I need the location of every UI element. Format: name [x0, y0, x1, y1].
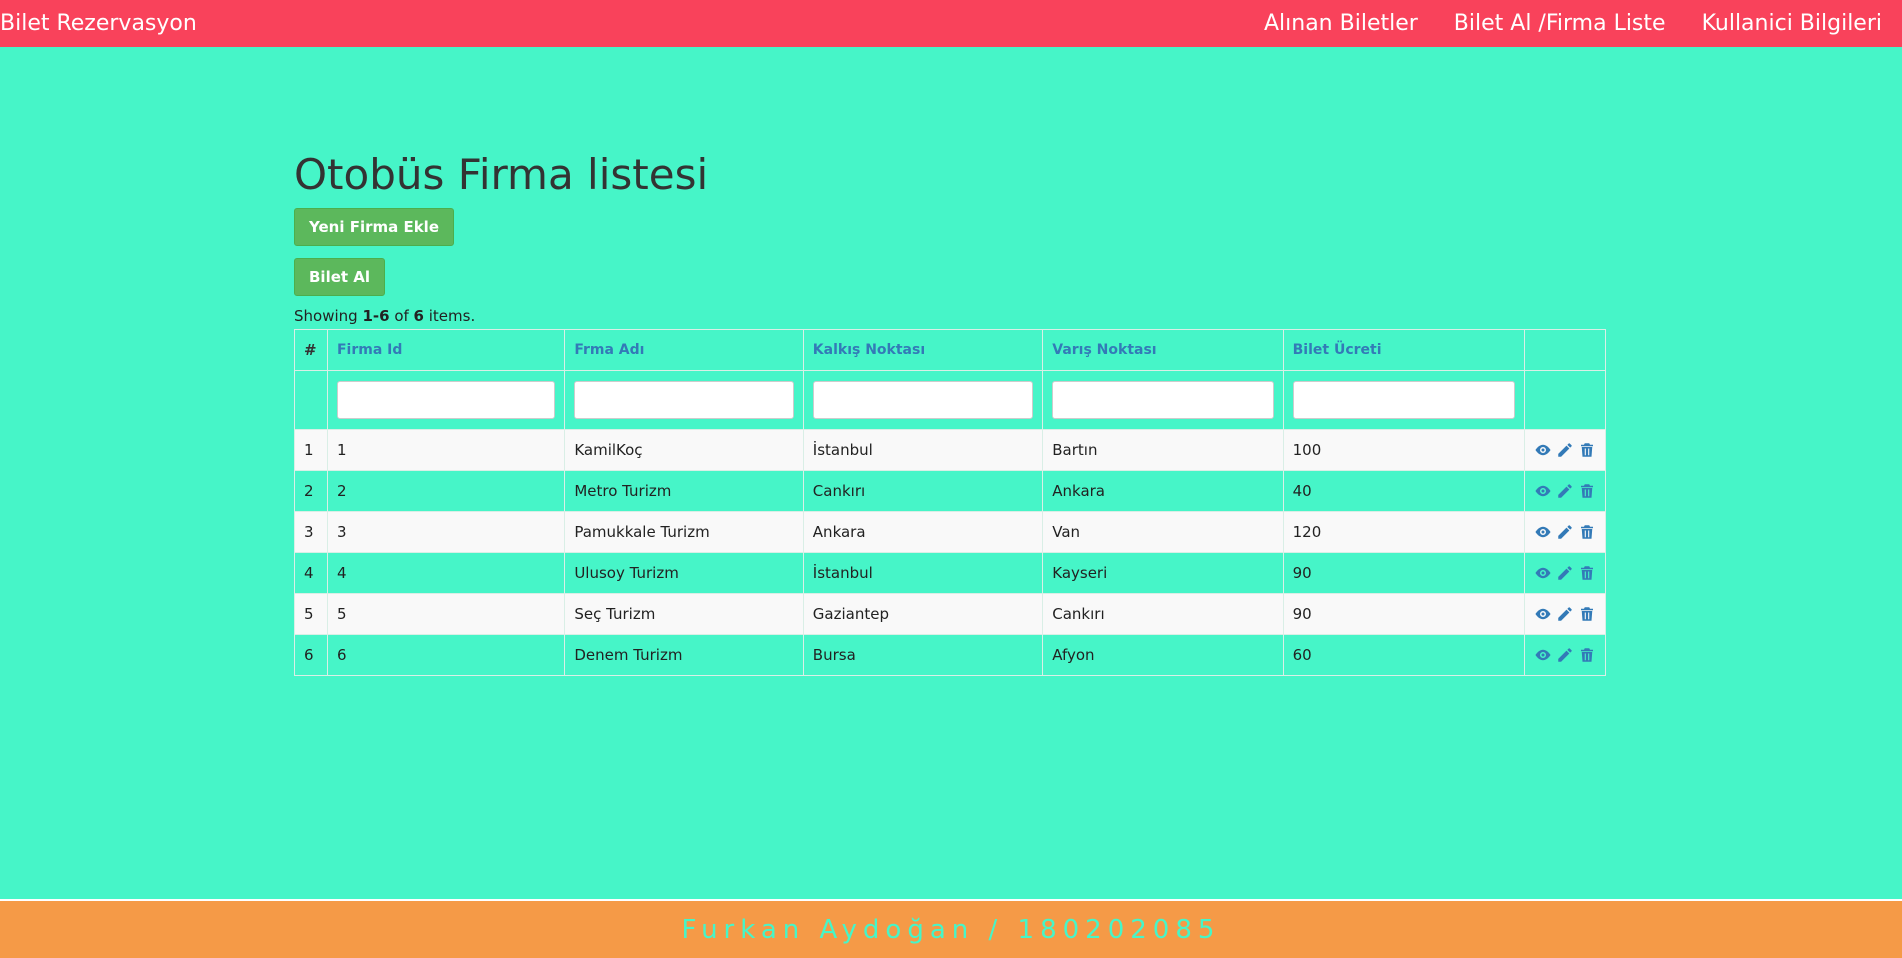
table-filter-row: [294, 370, 1607, 430]
column-header-ticket-price[interactable]: Bilet Ücreti: [1282, 329, 1525, 371]
table-row: 1 1 KamilKoç İstanbul Bartın 100: [294, 429, 1607, 471]
nav-link-user-info[interactable]: Kullanici Bilgileri: [1702, 11, 1882, 36]
cell-actions: [1523, 429, 1607, 471]
eye-icon[interactable]: [1534, 441, 1552, 459]
company-table: # Firma Id Frma Adı Kalkış Noktası Varış…: [294, 329, 1607, 676]
main-content: Otobüs Firma listesi Yeni Firma Ekle Bil…: [294, 145, 1607, 676]
cell-company-name: Denem Turizm: [564, 634, 804, 676]
cell-index: 1: [294, 429, 328, 471]
filter-ticket-price-input[interactable]: [1292, 381, 1515, 419]
table-row: 4 4 Ulusoy Turizm İstanbul Kayseri 90: [294, 552, 1607, 594]
column-header-company-name[interactable]: Frma Adı: [564, 329, 804, 371]
cell-ticket-price: 100: [1282, 429, 1525, 471]
nav-links: Alınan Biletler Bilet Al /Firma Liste Ku…: [1264, 11, 1902, 36]
cell-departure: Bursa: [802, 634, 1044, 676]
trash-icon[interactable]: [1578, 646, 1596, 664]
cell-arrival: Bartın: [1042, 429, 1284, 471]
column-header-departure[interactable]: Kalkış Noktası: [802, 329, 1044, 371]
filter-departure-input[interactable]: [812, 381, 1034, 419]
nav-link-buy-ticket-company-list[interactable]: Bilet Al /Firma Liste: [1454, 11, 1666, 36]
cell-arrival: Ankara: [1042, 470, 1284, 512]
pencil-icon[interactable]: [1556, 564, 1574, 582]
footer-text: Furkan Aydoğan / 180202085: [681, 914, 1221, 945]
filter-company-id-input[interactable]: [336, 381, 556, 419]
cell-arrival: Cankırı: [1042, 593, 1284, 635]
table-row: 2 2 Metro Turizm Cankırı Ankara 40: [294, 470, 1607, 512]
cell-index: 6: [294, 634, 328, 676]
cell-departure: İstanbul: [802, 552, 1044, 594]
cell-ticket-price: 90: [1282, 593, 1525, 635]
eye-icon[interactable]: [1534, 482, 1552, 500]
buy-ticket-button[interactable]: Bilet Al: [294, 258, 386, 296]
pencil-icon[interactable]: [1556, 605, 1574, 623]
cell-departure: Gaziantep: [802, 593, 1044, 635]
column-header-arrival[interactable]: Varış Noktası: [1042, 329, 1284, 371]
cell-departure: Cankırı: [802, 470, 1044, 512]
eye-icon[interactable]: [1534, 564, 1552, 582]
trash-icon[interactable]: [1578, 441, 1596, 459]
page-title: Otobüs Firma listesi: [294, 150, 709, 199]
cell-arrival: Afyon: [1042, 634, 1284, 676]
cell-company-id: 2: [326, 470, 566, 512]
pencil-icon[interactable]: [1556, 482, 1574, 500]
cell-company-id: 6: [326, 634, 566, 676]
table-row: 3 3 Pamukkale Turizm Ankara Van 120: [294, 511, 1607, 553]
cell-actions: [1523, 634, 1607, 676]
cell-actions: [1523, 593, 1607, 635]
cell-company-name: Metro Turizm: [564, 470, 804, 512]
column-header-actions: [1523, 329, 1607, 371]
cell-departure: Ankara: [802, 511, 1044, 553]
filter-company-name-input[interactable]: [574, 381, 794, 419]
navbar: Bilet Rezervasyon Alınan Biletler Bilet …: [0, 0, 1902, 47]
cell-actions: [1523, 470, 1607, 512]
cell-company-name: KamilKoç: [564, 429, 804, 471]
trash-icon[interactable]: [1578, 523, 1596, 541]
table-header-row: # Firma Id Frma Adı Kalkış Noktası Varış…: [294, 329, 1607, 371]
footer: Furkan Aydoğan / 180202085: [0, 899, 1902, 958]
cell-company-id: 4: [326, 552, 566, 594]
cell-actions: [1523, 511, 1607, 553]
cell-company-name: Pamukkale Turizm: [564, 511, 804, 553]
pencil-icon[interactable]: [1556, 523, 1574, 541]
cell-departure: İstanbul: [802, 429, 1044, 471]
table-body: 1 1 KamilKoç İstanbul Bartın 100 2 2 Metro Turiz…: [294, 429, 1607, 676]
cell-company-name: Ulusoy Turizm: [564, 552, 804, 594]
cell-ticket-price: 90: [1282, 552, 1525, 594]
pencil-icon[interactable]: [1556, 441, 1574, 459]
cell-company-id: 3: [326, 511, 566, 553]
cell-company-id: 5: [326, 593, 566, 635]
cell-index: 3: [294, 511, 328, 553]
add-company-button[interactable]: Yeni Firma Ekle: [294, 208, 454, 246]
table-row: 5 5 Seç Turizm Gaziantep Cankırı 90: [294, 593, 1607, 635]
cell-company-id: 1: [326, 429, 566, 471]
table-row: 6 6 Denem Turizm Bursa Afyon 60: [294, 634, 1607, 676]
cell-index: 5: [294, 593, 328, 635]
trash-icon[interactable]: [1578, 605, 1596, 623]
cell-arrival: Van: [1042, 511, 1284, 553]
cell-index: 4: [294, 552, 328, 594]
cell-company-name: Seç Turizm: [564, 593, 804, 635]
column-header-company-id[interactable]: Firma Id: [326, 329, 566, 371]
trash-icon[interactable]: [1578, 564, 1596, 582]
summary-text: Showing 1-6 of 6 items.: [294, 307, 476, 325]
brand-link[interactable]: Bilet Rezervasyon: [0, 11, 197, 36]
pencil-icon[interactable]: [1556, 646, 1574, 664]
cell-ticket-price: 40: [1282, 470, 1525, 512]
eye-icon[interactable]: [1534, 523, 1552, 541]
cell-arrival: Kayseri: [1042, 552, 1284, 594]
cell-actions: [1523, 552, 1607, 594]
trash-icon[interactable]: [1578, 482, 1596, 500]
cell-ticket-price: 120: [1282, 511, 1525, 553]
nav-link-purchased-tickets[interactable]: Alınan Biletler: [1264, 11, 1418, 36]
cell-ticket-price: 60: [1282, 634, 1525, 676]
eye-icon[interactable]: [1534, 605, 1552, 623]
eye-icon[interactable]: [1534, 646, 1552, 664]
column-header-index: #: [294, 329, 328, 371]
cell-index: 2: [294, 470, 328, 512]
filter-arrival-input[interactable]: [1052, 381, 1274, 419]
